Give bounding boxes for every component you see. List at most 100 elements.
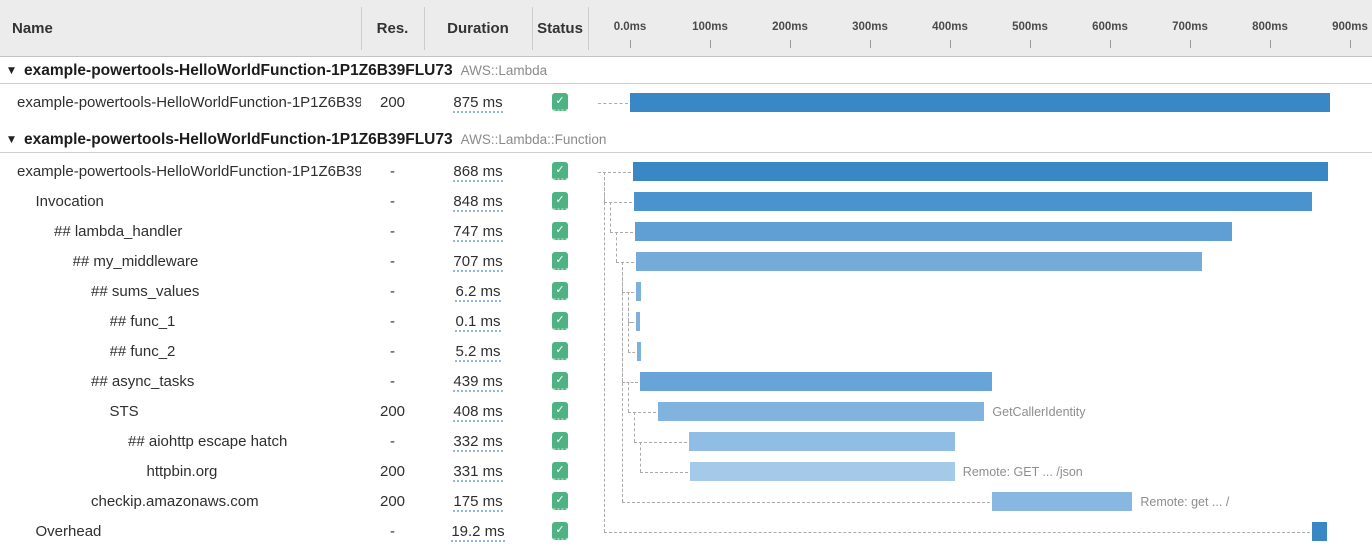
timeline-bar[interactable] [636,252,1202,271]
ruler-tick-mark [870,40,871,48]
response-code: - [361,307,424,337]
segment-name: Invocation [36,187,362,217]
status-ok-checkbox[interactable]: ✓ [552,462,568,480]
timeline-bar[interactable] [630,93,1330,112]
status-ok-checkbox[interactable]: ✓ [552,372,568,390]
duration-cell: 331 ms [424,457,532,487]
duration-cell: 747 ms [424,217,532,247]
ruler-tick-mark [1270,40,1271,48]
group-resource-type: AWS::Lambda [453,63,548,78]
duration-cell: 175 ms [424,487,532,517]
check-icon: ✓ [552,492,568,508]
timeline-connector-horizontal [640,472,688,473]
timeline-connector-vertical [628,382,629,412]
duration-cell: 19.2 ms [424,517,532,547]
response-code: 200 [361,457,424,487]
ruler-tick-mark [1110,40,1111,48]
status-ok-checkbox[interactable]: ✓ [552,432,568,450]
duration-value[interactable]: 331 ms [453,463,502,482]
duration-value[interactable]: 6.2 ms [455,283,500,302]
status-ok-checkbox[interactable]: ✓ [552,222,568,240]
ruler-tick-mark [790,40,791,48]
check-icon: ✓ [552,162,568,178]
status-cell: ✓ [532,247,588,277]
timeline-bar[interactable] [1312,522,1327,541]
duration-value[interactable]: 19.2 ms [451,523,504,542]
status-cell: ✓ [532,187,588,217]
duration-value[interactable]: 875 ms [453,94,502,113]
trace-row[interactable]: ## func_1-0.1 ms✓ [0,307,1372,337]
timeline-connector-horizontal [622,502,990,503]
status-ok-checkbox[interactable]: ✓ [552,192,568,210]
status-ok-checkbox[interactable]: ✓ [552,522,568,540]
status-cell: ✓ [532,217,588,247]
duration-value[interactable]: 332 ms [453,433,502,452]
timeline-bar[interactable] [637,342,641,361]
timeline-bar[interactable] [634,192,1312,211]
duration-cell: 439 ms [424,367,532,397]
duration-value[interactable]: 707 ms [453,253,502,272]
trace-row[interactable]: ## sums_values-6.2 ms✓ [0,277,1372,307]
duration-value[interactable]: 175 ms [453,493,502,512]
timeline-bar[interactable] [636,312,640,331]
column-separator [588,7,589,50]
status-cell: ✓ [532,277,588,307]
ruler-tick-mark [1350,40,1351,48]
check-icon: ✓ [552,432,568,448]
timeline-connector-vertical [640,442,641,472]
timeline-bar[interactable] [635,222,1233,241]
timeline-connector-vertical [616,232,617,262]
status-ok-checkbox[interactable]: ✓ [552,342,568,360]
duration-value[interactable]: 439 ms [453,373,502,392]
duration-value[interactable]: 5.2 ms [455,343,500,362]
timeline-bar[interactable] [689,432,955,451]
timeline-bar[interactable] [992,492,1132,511]
ruler-tick-mark [950,40,951,48]
status-ok-checkbox[interactable]: ✓ [552,492,568,510]
status-cell: ✓ [532,88,588,118]
timeline-bar[interactable] [640,372,991,391]
duration-cell: 868 ms [424,157,532,187]
status-ok-checkbox[interactable]: ✓ [552,162,568,180]
duration-value[interactable]: 848 ms [453,193,502,212]
duration-value[interactable]: 408 ms [453,403,502,422]
timeline-connector-vertical [610,202,611,232]
segment-name: ## async_tasks [91,367,361,397]
trace-timeline-view: Name Res. Duration Status 0.0ms100ms200m… [0,0,1372,549]
timeline-bar[interactable] [658,402,984,421]
timeline-connector-horizontal [634,442,687,443]
collapse-triangle-icon[interactable]: ▼ [8,65,15,75]
segment-name: ## my_middleware [73,247,362,277]
status-ok-checkbox[interactable]: ✓ [552,93,568,111]
response-code: - [361,367,424,397]
status-cell: ✓ [532,457,588,487]
status-cell: ✓ [532,157,588,187]
timeline-bar[interactable] [636,282,641,301]
status-cell: ✓ [532,307,588,337]
duration-cell: 848 ms [424,187,532,217]
duration-value[interactable]: 868 ms [453,163,502,182]
timeline-bar[interactable] [633,162,1327,181]
group-header-row: ▼ example-powertools-HelloWorldFunction-1… [0,127,1372,153]
segment-name: ## sums_values [91,277,361,307]
status-ok-checkbox[interactable]: ✓ [552,252,568,270]
group-name: example-powertools-HelloWorldFunction-1P… [24,131,606,149]
check-icon: ✓ [552,372,568,388]
status-ok-checkbox[interactable]: ✓ [552,312,568,330]
column-separator [424,7,425,50]
collapse-triangle-icon[interactable]: ▼ [8,134,15,144]
status-ok-checkbox[interactable]: ✓ [552,402,568,420]
ruler-tick-label: 500ms [998,21,1062,33]
timeline-bar[interactable] [690,462,955,481]
check-icon: ✓ [552,312,568,328]
column-header-duration: Duration [424,0,532,57]
ruler-tick-label: 200ms [758,21,822,33]
duration-value[interactable]: 747 ms [453,223,502,242]
check-icon: ✓ [552,222,568,238]
status-cell: ✓ [532,367,588,397]
duration-cell: 875 ms [424,88,532,118]
status-ok-checkbox[interactable]: ✓ [552,282,568,300]
response-code: - [361,337,424,367]
duration-value[interactable]: 0.1 ms [455,313,500,332]
trace-row[interactable]: ## func_2-5.2 ms✓ [0,337,1372,367]
